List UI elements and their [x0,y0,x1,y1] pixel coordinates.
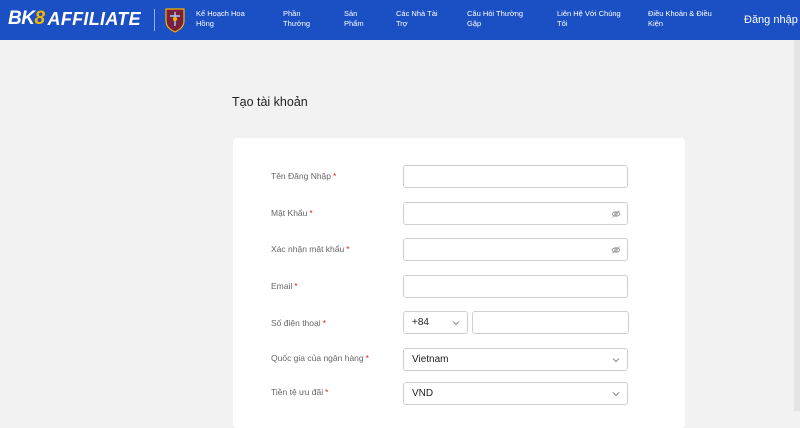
phone-number-input[interactable] [472,311,629,334]
username-label: Tên Đăng Nhập * [271,171,337,181]
top-nav-bar: BK8 AFFILIATE Kế Hoạch Hoa Hồng Phần Thư… [0,0,800,40]
brand-logo-affiliate: AFFILIATE [47,8,141,29]
email-input[interactable] [403,275,628,298]
bank-country-select[interactable]: Vietnam [403,348,628,371]
club-crest-icon[interactable] [164,7,186,33]
country-code-value: +84 [412,317,429,328]
username-input[interactable] [403,165,628,188]
confirm-password-input[interactable] [403,238,628,261]
brand-logo-bk: BK [8,8,35,29]
login-link[interactable]: Đăng nhập [744,14,798,26]
nav-item-rewards[interactable]: Phần Thưởng [283,9,323,29]
confirm-password-label: Xác nhận mật khẩu * [271,244,350,254]
country-code-select[interactable]: +84 [403,311,468,334]
bank-country-label: Quốc gia của ngân hàng * [271,353,369,363]
eye-off-icon[interactable] [611,209,621,219]
required-mark: * [325,387,329,397]
nav-item-faq[interactable]: Câu Hỏi Thường Gặp [467,9,533,29]
chevron-down-icon [452,321,460,326]
required-mark: * [365,353,369,363]
nav-item-terms[interactable]: Điều Khoản & Điều Kiện [648,9,720,29]
currency-label: Tiền tệ ưu đãi * [271,387,329,397]
password-label: Mật Khẩu * [271,208,313,218]
eye-off-icon[interactable] [611,245,621,255]
required-mark: * [333,171,337,181]
email-label: Email * [271,281,298,291]
logo-divider [154,9,155,31]
brand-logo-eight: 8 [34,8,45,29]
page-scrollbar[interactable] [794,40,800,411]
brand-logo[interactable]: BK8 AFFILIATE [8,6,141,32]
required-mark: * [309,208,313,218]
password-input[interactable] [403,202,628,225]
phone-label: Số điện thoại * [271,318,326,328]
required-mark: * [294,281,298,291]
chevron-down-icon [612,392,620,397]
chevron-down-icon [612,358,620,363]
currency-select[interactable]: VND [403,382,628,405]
nav-item-commission-plan[interactable]: Kế Hoạch Hoa Hồng [196,9,258,29]
required-mark: * [346,244,350,254]
page-title: Tạo tài khoản [232,95,308,109]
required-mark: * [322,318,326,328]
currency-value: VND [412,388,434,399]
nav-item-sponsors[interactable]: Các Nhà Tài Trợ [396,9,448,29]
nav-item-products[interactable]: Sản Phẩm [344,9,378,29]
bank-country-value: Vietnam [412,354,449,365]
nav-item-contact-us[interactable]: Liên Hệ Với Chúng Tôi [557,9,629,29]
